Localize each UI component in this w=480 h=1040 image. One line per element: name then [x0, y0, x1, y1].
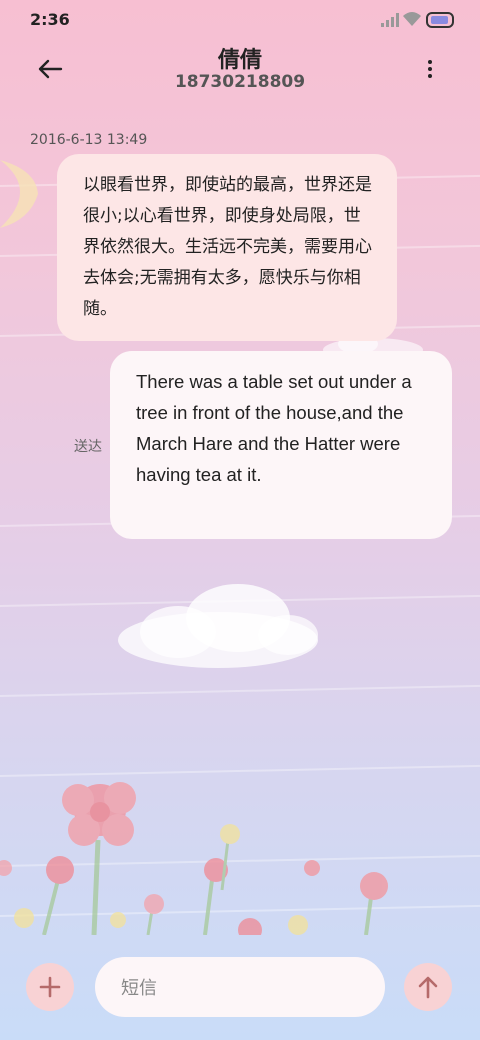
moon-decoration	[0, 160, 38, 228]
contact-name: 倩倩	[217, 48, 262, 73]
contact-phone-number: 18730218809	[174, 72, 306, 92]
cloud-decoration	[118, 584, 318, 668]
more-options-button[interactable]	[418, 52, 442, 86]
message-input[interactable]: 短信	[95, 957, 385, 1017]
status-time: 2:36	[30, 10, 70, 29]
battery-icon	[426, 12, 454, 28]
wifi-icon	[403, 12, 421, 26]
outgoing-message-text: There was a table set out under a tree i…	[136, 371, 412, 485]
status-bar: 2:36	[0, 0, 480, 40]
outgoing-message-bubble[interactable]: There was a table set out under a tree i…	[110, 351, 452, 539]
delivery-status: 送达	[74, 439, 102, 455]
composer-bar: 短信	[0, 935, 480, 1040]
more-vert-icon	[428, 60, 432, 64]
send-button[interactable]	[404, 963, 452, 1011]
incoming-message-text: 以眼看世界，即使站的最高，世界还是很小;以心看世界，即使身处局限，世界依然很大。…	[83, 175, 372, 319]
signal-icon	[381, 13, 399, 27]
flower-decoration	[0, 782, 388, 935]
message-timestamp: 2016-6-13 13:49	[30, 132, 148, 148]
message-input-placeholder: 短信	[121, 978, 157, 999]
add-icon	[39, 976, 61, 998]
send-arrow-icon	[418, 976, 438, 999]
incoming-message-bubble[interactable]: 以眼看世界，即使站的最高，世界还是很小;以心看世界，即使身处局限，世界依然很大。…	[57, 154, 397, 341]
add-attachment-button[interactable]	[26, 963, 74, 1011]
